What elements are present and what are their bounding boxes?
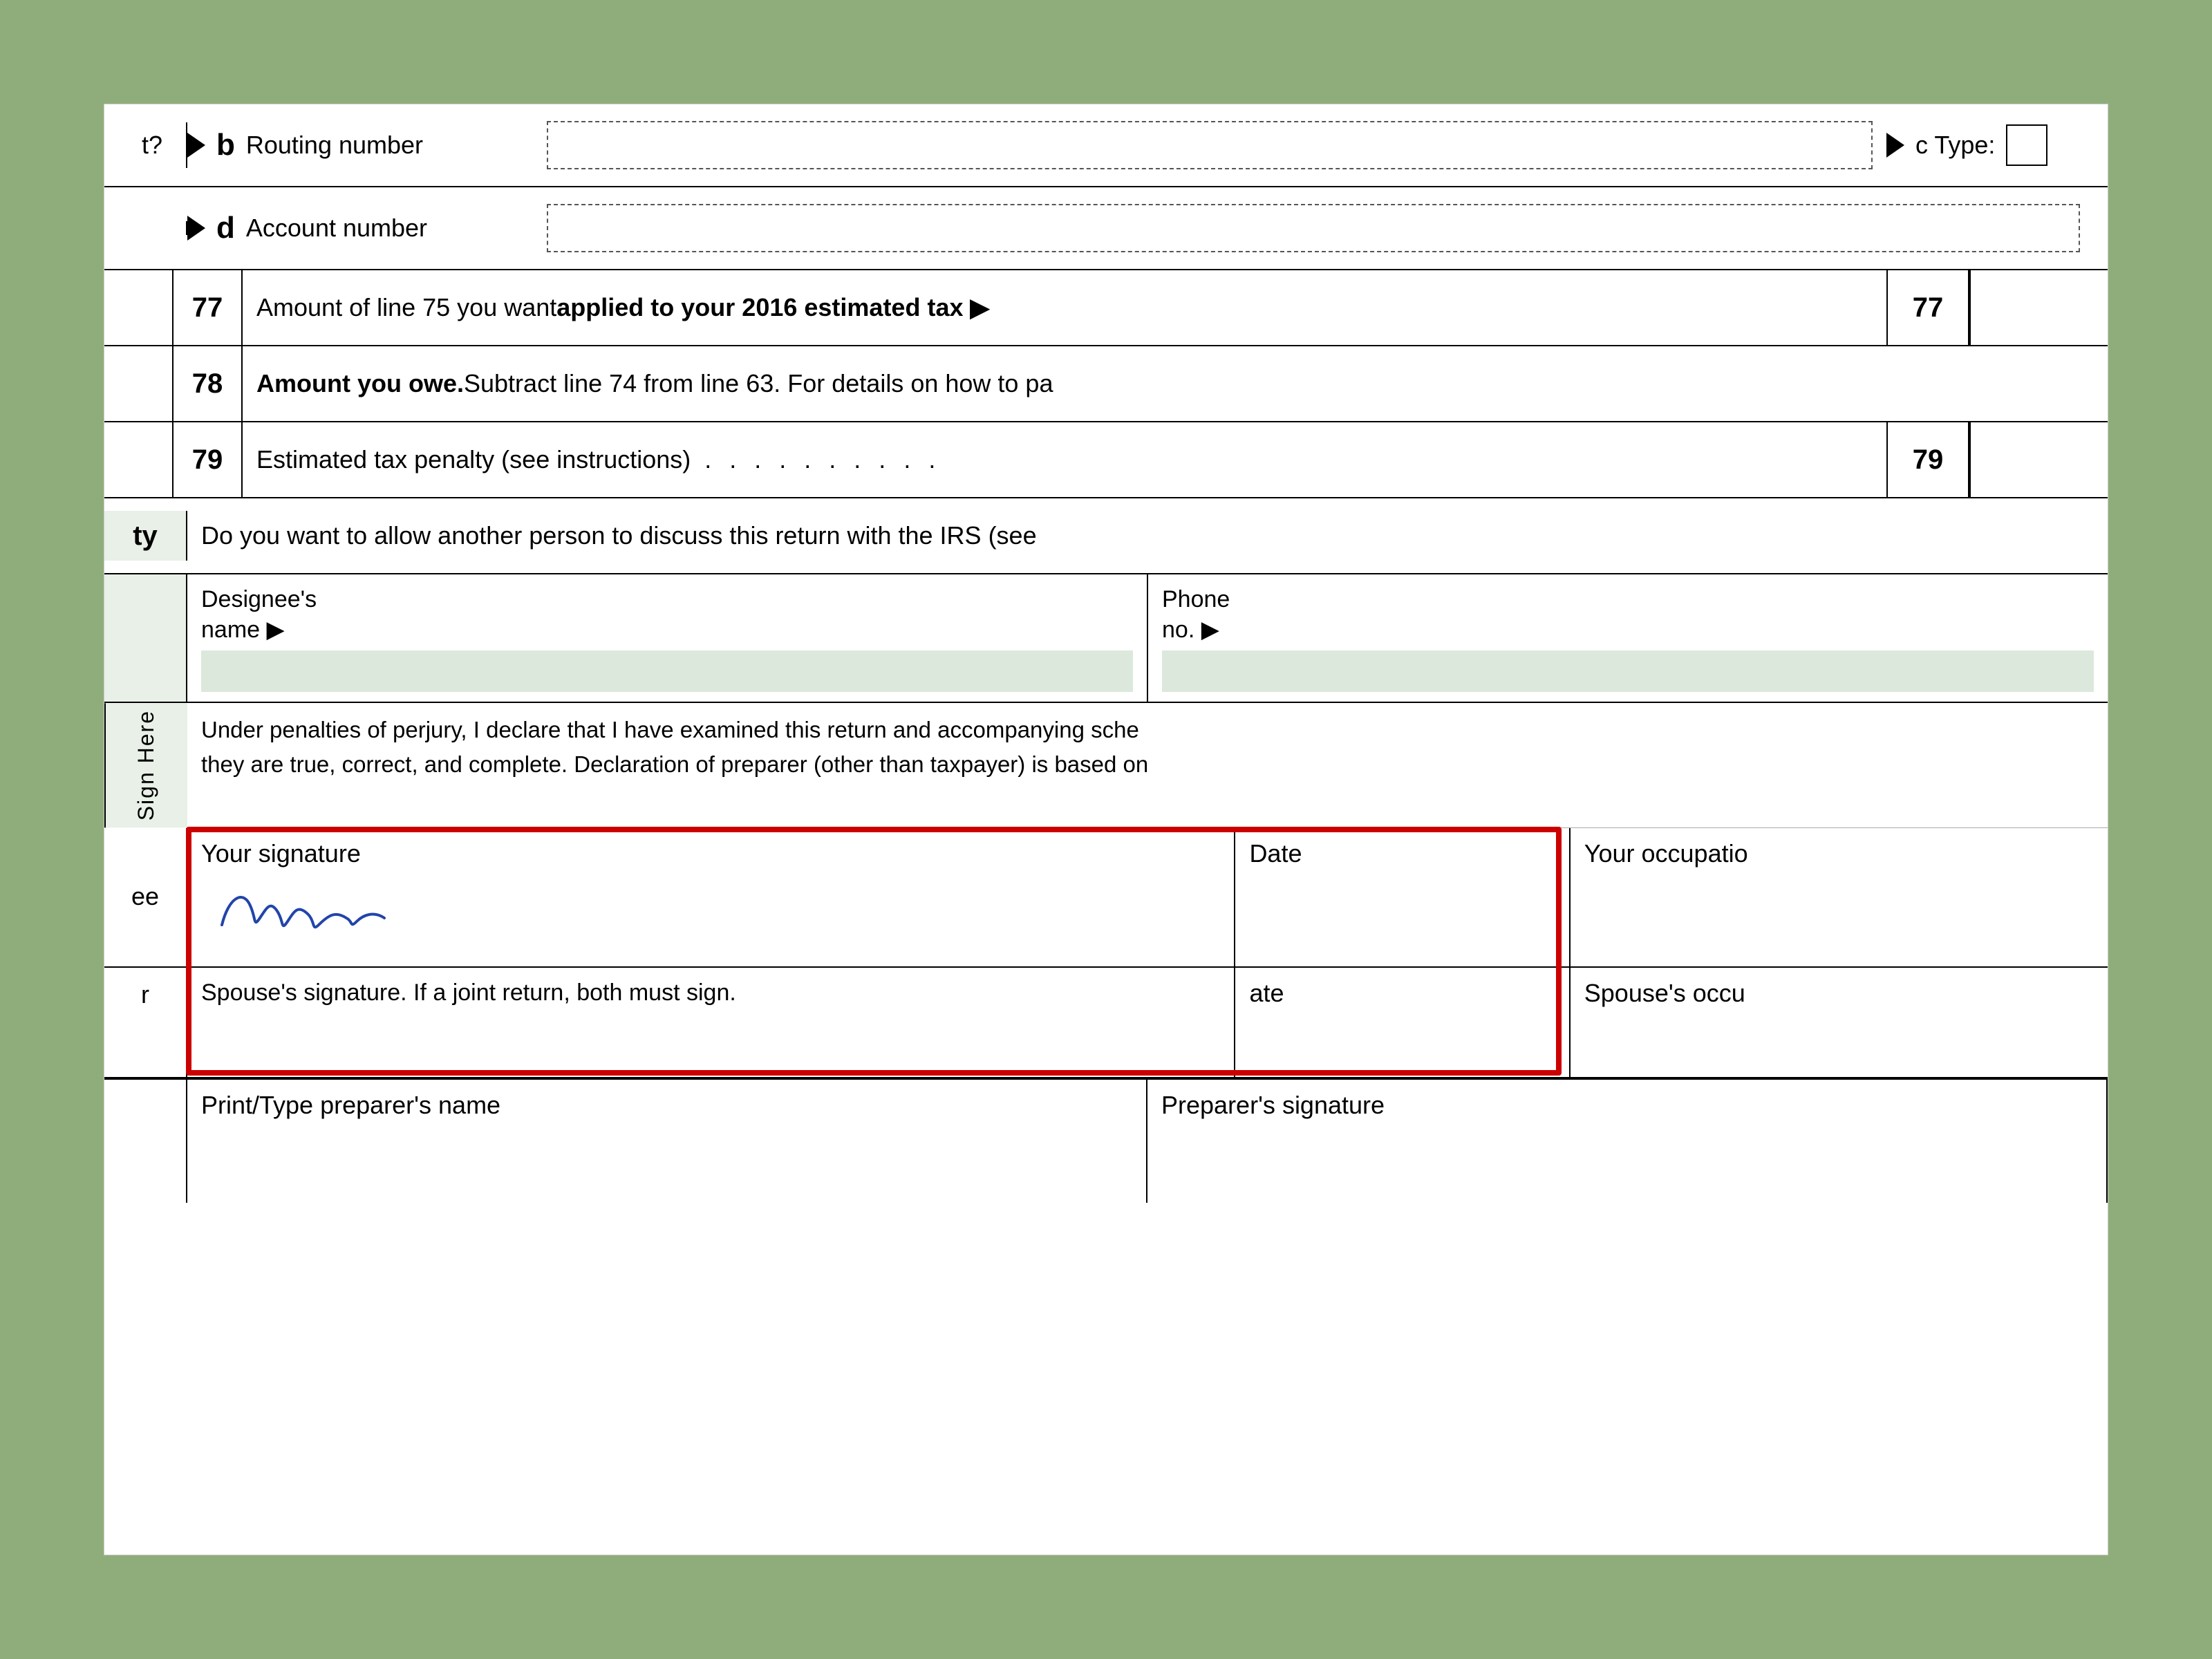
perjury-row: Sign Here Under penalties of perjury, I … xyxy=(104,703,2108,827)
preparer-name-col[interactable]: Print/Type preparer's name xyxy=(187,1080,1147,1203)
row-79-left xyxy=(104,422,174,497)
row-77-line-num: 77 xyxy=(1886,270,1969,345)
signature-drawing xyxy=(201,877,1220,954)
routing-letter: b xyxy=(216,125,235,165)
spouse-sig-col[interactable]: Spouse's signature. If a joint return, b… xyxy=(187,968,1235,1077)
perjury-text: Under penalties of perjury, I declare th… xyxy=(187,703,2108,827)
preparer-name-label: Print/Type preparer's name xyxy=(201,1089,1132,1122)
designee-phone-label: Phone xyxy=(1162,584,2094,615)
row-77-content: Amount of line 75 you want applied to yo… xyxy=(243,270,1886,345)
designee-name-field[interactable] xyxy=(201,650,1133,692)
row-78-left xyxy=(104,346,174,421)
row-77-number: 77 xyxy=(174,270,243,345)
routing-field[interactable] xyxy=(547,121,1873,169)
designee-row: Designee's name ▶ Phone no. ▶ xyxy=(104,574,2108,703)
sign-ee-label: ee xyxy=(104,828,187,966)
designee-question: Do you want to allow another person to d… xyxy=(187,510,2108,562)
type-section: c Type: xyxy=(1886,124,2094,166)
row-77-left xyxy=(104,270,174,345)
designee-phone-sub: no. ▶ xyxy=(1162,615,2094,645)
row-79: 79 Estimated tax penalty (see instructio… xyxy=(104,422,2108,498)
row-78-bold: Amount you owe. xyxy=(256,368,464,400)
form-container: t? b Routing number c Type: d Account nu… xyxy=(104,104,2108,1555)
routing-row: t? b Routing number c Type: xyxy=(104,104,2108,187)
spouse-occ-label: Spouse's occu xyxy=(1584,977,2094,1010)
signature-date-col[interactable]: Date xyxy=(1235,828,1570,966)
designee-header: ty Do you want to allow another person t… xyxy=(104,498,2108,574)
type-arrow-icon xyxy=(1886,133,1904,158)
occ-label: Your occupatio xyxy=(1584,838,2094,870)
routing-arrow-label: b Routing number xyxy=(187,125,533,165)
preparer-row: Print/Type preparer's name Preparer's si… xyxy=(104,1078,2108,1203)
signature-main[interactable]: Your signature xyxy=(187,828,1235,966)
preparer-sig-label: Preparer's signature xyxy=(1161,1089,2092,1122)
sign-r-label: r xyxy=(104,968,187,1077)
designee-name-label: Designee's xyxy=(201,584,1133,615)
form-inner: t? b Routing number c Type: d Account nu… xyxy=(104,104,2108,1555)
row-79-content: Estimated tax penalty (see instructions)… xyxy=(243,422,1886,497)
signature-row: ee Your signature Date xyxy=(104,828,2108,966)
signature-occ-col[interactable]: Your occupatio xyxy=(1571,828,2108,966)
type-checkbox[interactable] xyxy=(2006,124,2047,166)
designee-phone-area: Phone no. ▶ xyxy=(1148,574,2108,702)
row-79-line-num: 79 xyxy=(1886,422,1969,497)
account-label: Account number xyxy=(246,212,427,245)
row-79-value[interactable] xyxy=(1969,422,2108,497)
preparer-left-col xyxy=(104,1080,187,1203)
your-signature-label: Your signature xyxy=(201,838,1220,870)
designee-name-sub: name ▶ xyxy=(201,615,1133,645)
routing-left-partial: t? xyxy=(118,122,187,169)
account-field[interactable] xyxy=(547,204,2080,252)
row-78-text: Subtract line 74 from line 63. For detai… xyxy=(464,368,1053,400)
routing-arrow-icon xyxy=(187,133,205,158)
sign-left-label: Sign Here xyxy=(104,703,187,827)
designee-name-area: Designee's name ▶ xyxy=(187,574,1148,702)
designee-label: ty xyxy=(104,511,187,561)
signature-section: ee Your signature Date xyxy=(104,828,2108,1077)
row-77: 77 Amount of line 75 you want applied to… xyxy=(104,270,2108,346)
preparer-sig-col[interactable]: Preparer's signature xyxy=(1147,1080,2108,1203)
row-78-content: Amount you owe. Subtract line 74 from li… xyxy=(243,346,2108,421)
designee-left xyxy=(104,574,187,702)
row-78-number: 78 xyxy=(174,346,243,421)
sign-section: Sign Here Under penalties of perjury, I … xyxy=(104,703,2108,1078)
type-label: c Type: xyxy=(1915,129,1995,162)
row-79-dots: . . . . . . . . . . xyxy=(704,444,941,476)
spouse-occ-col[interactable]: Spouse's occu xyxy=(1571,968,2108,1077)
spouse-date-col[interactable]: ate xyxy=(1235,968,1570,1077)
designee-phone-field[interactable] xyxy=(1162,650,2094,692)
row-79-number: 79 xyxy=(174,422,243,497)
account-row: d Account number xyxy=(104,187,2108,270)
spouse-sig-label: Spouse's signature. If a joint return, b… xyxy=(201,977,1220,1008)
account-arrow-icon xyxy=(187,216,205,241)
routing-label: Routing number xyxy=(246,129,423,162)
account-left-partial xyxy=(118,221,187,235)
row-77-value[interactable] xyxy=(1969,270,2108,345)
row-78: 78 Amount you owe. Subtract line 74 from… xyxy=(104,346,2108,422)
spouse-row: r Spouse's signature. If a joint return,… xyxy=(104,966,2108,1077)
spouse-date-label: ate xyxy=(1249,977,1555,1010)
account-letter: d xyxy=(216,208,235,247)
date-label: Date xyxy=(1249,838,1555,870)
account-arrow-label: d Account number xyxy=(187,208,533,247)
